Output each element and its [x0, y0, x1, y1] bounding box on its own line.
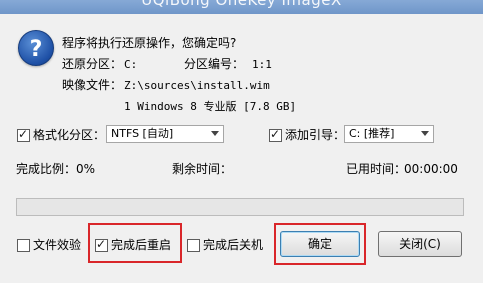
remaining-time-label: 剩余时间：: [172, 162, 233, 176]
image-edition: 1 Windows 8 专业版 [7.8 GB]: [124, 100, 297, 113]
shutdown-after-checkbox[interactable]: [187, 239, 200, 252]
add-boot-label: 添加引导：: [285, 128, 346, 142]
add-boot-value: C: [推荐]: [349, 127, 395, 140]
format-partition-checkbox[interactable]: ✓: [17, 127, 30, 142]
partition-number-label: 分区编号：: [184, 57, 245, 71]
close-button[interactable]: 关闭(C): [378, 231, 462, 257]
format-partition-value: NTFS [自动]: [111, 127, 174, 140]
title-bar[interactable]: UQiBong OneKey ImageX: [0, 0, 483, 14]
ok-button[interactable]: 确定: [280, 231, 360, 257]
svg-text:?: ?: [30, 37, 43, 62]
verify-files-checkbox[interactable]: [17, 239, 30, 252]
confirm-question: 程序将执行还原操作，您确定吗?: [62, 36, 237, 50]
restore-progress-bar: [16, 198, 464, 216]
checkmark-icon: ✓: [18, 127, 29, 141]
question-mark-icon: ?: [18, 30, 54, 66]
restart-after-checkbox[interactable]: ✓: [95, 237, 108, 252]
completion-label: 完成比例：: [16, 162, 77, 176]
image-file-path: Z:\sources\install.wim: [124, 79, 270, 92]
add-boot-dropdown[interactable]: C: [推荐]: [344, 125, 434, 143]
verify-files-label: 文件效验: [33, 238, 82, 252]
elapsed-time-label: 已用时间：: [346, 162, 407, 176]
restore-partition-label: 还原分区：: [62, 57, 123, 71]
restore-partition-value: C:: [124, 58, 138, 71]
chevron-down-icon: [211, 131, 219, 136]
format-partition-dropdown[interactable]: NTFS [自动]: [106, 125, 224, 143]
chevron-down-icon: [421, 131, 429, 136]
checkmark-icon: ✓: [270, 127, 281, 141]
shutdown-after-label: 完成后关机: [203, 238, 264, 252]
checkmark-icon: ✓: [96, 237, 107, 251]
add-boot-checkbox[interactable]: ✓: [269, 127, 282, 142]
dialog-body: ? 程序将执行还原操作，您确定吗? 还原分区： C: 分区编号： 1:1 映像文…: [6, 14, 477, 277]
restart-after-label: 完成后重启: [111, 238, 172, 252]
completion-value: 0%: [76, 162, 96, 176]
elapsed-time-value: 00:00:00: [404, 162, 458, 176]
confirm-restore-dialog: UQiBong OneKey ImageX ? 程序将执行还原操作，您确定吗? …: [0, 0, 483, 283]
format-partition-label: 格式化分区：: [33, 128, 106, 142]
image-file-label: 映像文件：: [62, 78, 123, 92]
partition-number-value: 1:1: [252, 58, 272, 71]
window-title: UQiBong OneKey ImageX: [141, 0, 342, 9]
